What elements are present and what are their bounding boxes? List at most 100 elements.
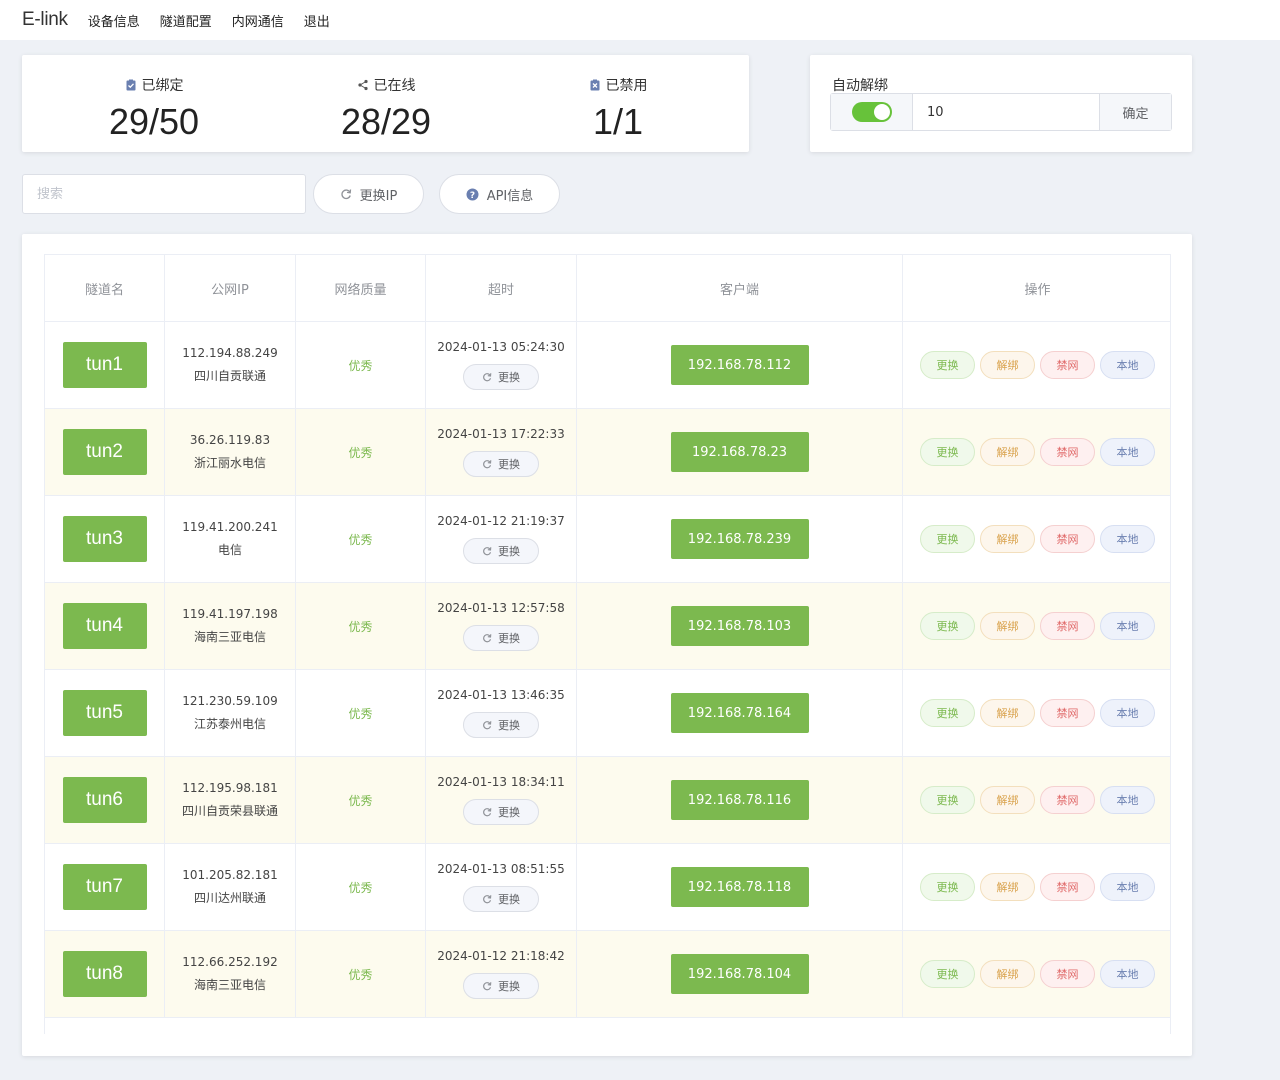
confirm-button[interactable]: 确定 [1099,94,1171,130]
table-row: tun2 36.26.119.83 浙江丽水电信 优秀 2024-01-13 17:22… [45,409,1170,496]
cell-client: 192.168.78.103 [577,583,903,669]
local-button[interactable]: 本地 [1100,786,1155,814]
search-input[interactable] [22,174,306,214]
client-ip-button[interactable]: 192.168.78.112 [670,345,809,385]
cell-client: 192.168.78.239 [577,496,903,582]
cell-timeout: 2024-01-13 13:46:35 更换 [426,670,577,756]
cell-public-ip: 121.230.59.109 江苏泰州电信 [165,670,296,756]
tunnel-name-badge[interactable]: tun3 [62,516,147,562]
swap-button[interactable]: 更换 [920,786,975,814]
public-ip: 121.230.59.109 [182,694,278,708]
public-ip: 112.194.88.249 [182,346,278,360]
unbind-button[interactable]: 解绑 [980,351,1035,379]
swap-button[interactable]: 更换 [920,960,975,988]
client-ip-button[interactable]: 192.168.78.118 [670,867,809,907]
nav-device-info[interactable]: 设备信息 [88,11,140,30]
timeout-swap-button[interactable]: 更换 [463,886,539,912]
swap-button[interactable]: 更换 [920,351,975,379]
client-ip-button[interactable]: 192.168.78.239 [670,519,809,559]
unbind-button[interactable]: 解绑 [980,786,1035,814]
ban-network-button[interactable]: 禁网 [1040,351,1095,379]
quality-label: 优秀 [348,967,373,982]
unbind-button[interactable]: 解绑 [980,873,1035,901]
timeout-swap-button[interactable]: 更换 [463,712,539,738]
cell-tunnel-name: tun5 [45,670,165,756]
ban-network-button[interactable]: 禁网 [1040,438,1095,466]
local-button[interactable]: 本地 [1100,525,1155,553]
swap-button[interactable]: 更换 [920,612,975,640]
timeout-swap-button[interactable]: 更换 [463,973,539,999]
unbind-button[interactable]: 解绑 [980,699,1035,727]
tunnel-name-badge[interactable]: tun2 [62,429,147,475]
quality-label: 优秀 [348,619,373,634]
isp-location: 四川达州联通 [193,891,266,905]
timeout-swap-label: 更换 [498,719,520,732]
cell-tunnel-name: tun2 [45,409,165,495]
svg-text:?: ? [470,190,475,200]
refresh-icon [483,721,492,730]
timeout-swap-button[interactable]: 更换 [463,364,539,390]
tunnel-table-card: 隧道名 公网IP 网络质量 超时 客户端 操作 tun1 112.194.88.2… [22,234,1192,1056]
timeout-swap-button[interactable]: 更换 [463,538,539,564]
tunnel-name-badge[interactable]: tun5 [62,690,147,736]
local-button[interactable]: 本地 [1100,873,1155,901]
unbind-button[interactable]: 解绑 [980,438,1035,466]
swap-button[interactable]: 更换 [920,873,975,901]
isp-location: 海南三亚电信 [193,630,266,644]
timeout-time: 2024-01-13 08:51:55 [437,862,565,876]
nav-intranet[interactable]: 内网通信 [232,11,284,30]
local-button[interactable]: 本地 [1100,612,1155,640]
brand-logo[interactable]: E-link [22,9,68,31]
isp-location: 四川自贡联通 [193,369,266,383]
local-button[interactable]: 本地 [1100,438,1155,466]
client-ip-button[interactable]: 192.168.78.104 [670,954,809,994]
ban-network-button[interactable]: 禁网 [1040,960,1095,988]
question-circle-icon: ? [466,188,479,200]
refresh-icon [483,895,492,904]
tunnel-name-badge[interactable]: tun6 [62,777,147,823]
timeout-swap-button[interactable]: 更换 [463,451,539,477]
unbind-button[interactable]: 解绑 [980,612,1035,640]
cell-actions: 更换 解绑 禁网 本地 [903,409,1172,495]
auto-unbind-input[interactable] [913,94,1099,130]
local-button[interactable]: 本地 [1100,699,1155,727]
unbind-button[interactable]: 解绑 [980,960,1035,988]
ban-network-button[interactable]: 禁网 [1040,525,1095,553]
ban-network-button[interactable]: 禁网 [1040,873,1095,901]
unbind-button[interactable]: 解绑 [980,525,1035,553]
api-info-button[interactable]: ? API信息 [439,174,560,214]
swap-button[interactable]: 更换 [920,699,975,727]
ban-network-button[interactable]: 禁网 [1040,786,1095,814]
tunnel-name-badge[interactable]: tun1 [62,342,147,388]
change-ip-button[interactable]: 更换IP [313,174,424,214]
swap-button[interactable]: 更换 [920,525,975,553]
public-ip: 101.205.82.181 [182,868,278,882]
quality-label: 优秀 [348,793,373,808]
client-ip-button[interactable]: 192.168.78.164 [670,693,809,733]
local-button[interactable]: 本地 [1100,960,1155,988]
tunnel-name-badge[interactable]: tun8 [62,951,147,997]
timeout-swap-button[interactable]: 更换 [463,625,539,651]
cell-client: 192.168.78.112 [577,322,903,408]
client-ip-button[interactable]: 192.168.78.116 [670,780,809,820]
quality-label: 优秀 [348,532,373,547]
nav-logout[interactable]: 退出 [304,11,330,30]
auto-unbind-toggle[interactable] [851,102,892,122]
cell-quality: 优秀 [296,931,426,1017]
tunnel-name-badge[interactable]: tun7 [62,864,147,910]
ban-network-button[interactable]: 禁网 [1040,612,1095,640]
timeout-swap-label: 更换 [498,980,520,993]
client-ip-button[interactable]: 192.168.78.23 [670,432,809,472]
nav-tunnel-config[interactable]: 隧道配置 [160,11,212,30]
swap-button[interactable]: 更换 [920,438,975,466]
tunnel-name-badge[interactable]: tun4 [62,603,147,649]
timeout-swap-button[interactable]: 更换 [463,799,539,825]
stat-online-label: 已在线 [373,78,416,94]
timeout-time: 2024-01-12 21:18:42 [437,949,565,963]
cell-tunnel-name: tun1 [45,322,165,408]
client-ip-button[interactable]: 192.168.78.103 [670,606,809,646]
cell-client: 192.168.78.164 [577,670,903,756]
ban-network-button[interactable]: 禁网 [1040,699,1095,727]
local-button[interactable]: 本地 [1100,351,1155,379]
cell-quality: 优秀 [296,322,426,408]
